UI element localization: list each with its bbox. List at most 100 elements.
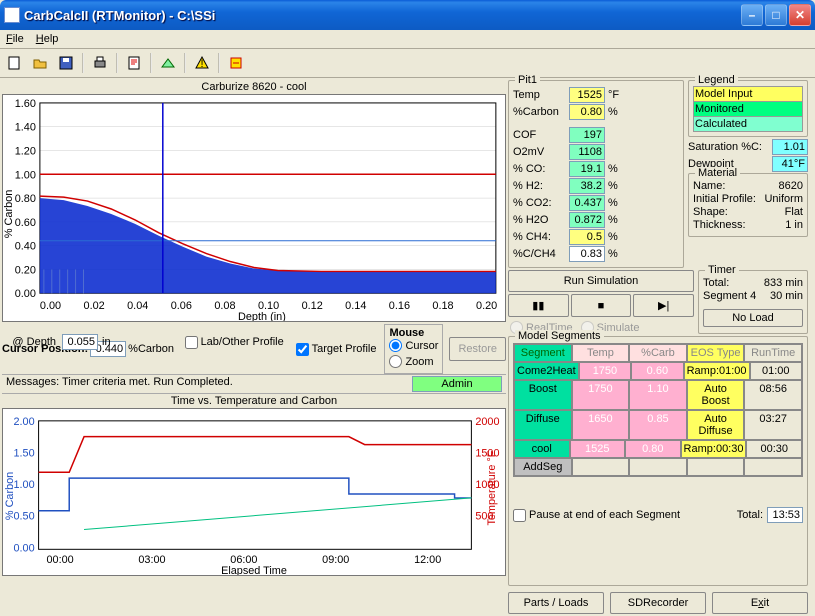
time-chart: % Carbon Temperature °F 2.001.50 1.000.5… [2,408,506,576]
minimize-button[interactable]: – [741,4,763,26]
o2-value: 1108 [569,144,605,160]
svg-text:0.40: 0.40 [15,241,36,253]
parts-loads-button[interactable]: Parts / Loads [508,592,604,614]
svg-text:1500: 1500 [475,447,499,459]
cursor-depth-unit: in [102,336,111,348]
segments-table: Segment Temp %Carb EOS Type RunTime Come… [513,343,803,477]
svg-text:0.00: 0.00 [15,288,36,300]
table-row[interactable]: Diffuse16500.85Auto Diffuse03:27 [514,410,802,440]
svg-text:0.00: 0.00 [40,300,61,312]
carbon-value: 0.80 [569,104,605,120]
messages-text: Messages: Timer criteria met. Run Comple… [6,376,412,392]
svg-text:1.50: 1.50 [14,447,35,459]
svg-text:0.00: 0.00 [14,542,35,554]
maximize-button[interactable]: □ [765,4,787,26]
chart2-title: Time vs. Temperature and Carbon [2,394,506,408]
svg-text:!: ! [200,58,203,70]
titlebar: CarbCalcII (RTMonitor) - C:\SSi – □ ✕ [0,0,815,30]
exit-button[interactable]: Exit [712,592,808,614]
menubar: File Help [0,30,815,49]
h2o-value: 0.872 [569,212,605,228]
saturation-value: 1.01 [772,139,808,155]
co2-value: 0.437 [569,195,605,211]
temp-value: 1525 [569,87,605,103]
zoom-radio[interactable]: Zoom [389,355,433,368]
cof-value: 197 [569,127,605,143]
svg-text:500: 500 [475,511,493,523]
table-row[interactable]: Boost17501.10Auto Boost08:56 [514,380,802,410]
svg-text:0.20: 0.20 [15,264,36,276]
pit-title: Pit1 [515,74,540,86]
chart1-title: Carburize 8620 - cool [2,80,506,94]
plot3d-icon[interactable] [156,51,180,75]
timer-group: Timer Total:833 min Segment 430 min No L… [698,270,808,334]
svg-text:00:00: 00:00 [47,554,74,566]
print-icon[interactable] [88,51,112,75]
pause-button[interactable]: ▮▮ [508,294,569,317]
table-row[interactable]: Come2Heat17500.60Ramp:01:0001:00 [514,362,802,380]
svg-text:09:00: 09:00 [322,554,349,566]
table-row[interactable]: cool15250.80Ramp:00:3000:30 [514,440,802,458]
h2-value: 38.2 [569,178,605,194]
ch4-value: 0.5 [569,229,605,245]
svg-text:0.14: 0.14 [345,300,366,312]
svg-text:0.16: 0.16 [389,300,410,312]
svg-text:1.00: 1.00 [14,479,35,491]
app-icon [4,7,20,23]
legend-monitored: Monitored [693,101,803,117]
menu-file[interactable]: File [6,33,24,45]
legend-model-input: Model Input [693,86,803,102]
admin-badge: Admin [412,376,502,392]
cch4-value: 0.83 [569,246,605,262]
end-button[interactable]: ▶| [633,294,694,317]
close-button[interactable]: ✕ [789,4,811,26]
svg-text:Depth (in): Depth (in) [238,311,286,321]
toolbar: ! [0,49,815,78]
run-simulation-button[interactable]: Run Simulation [508,270,694,292]
svg-text:% Carbon: % Carbon [3,190,15,238]
window-title: CarbCalcII (RTMonitor) - C:\SSi [24,8,741,23]
open-icon[interactable] [28,51,52,75]
svg-text:1.60: 1.60 [15,98,36,110]
warning-icon[interactable]: ! [190,51,214,75]
pause-segment-checkbox[interactable]: Pause at end of each Segment [513,509,680,522]
new-icon[interactable] [2,51,26,75]
co-value: 19.1 [569,161,605,177]
sdrecorder-button[interactable]: SDRecorder [610,592,706,614]
svg-text:0.20: 0.20 [476,300,497,312]
noload-button[interactable]: No Load [703,309,803,327]
material-group: Material Name:8620 Initial Profile:Unifo… [688,173,808,237]
svg-text:12:00: 12:00 [414,554,441,566]
svg-text:0.06: 0.06 [171,300,192,312]
svg-text:0.80: 0.80 [15,193,36,205]
menu-help[interactable]: Help [36,33,59,45]
dewpoint-value: 41°F [772,156,808,172]
cursor-depth-value: 0.055 [62,334,98,350]
svg-text:1000: 1000 [475,479,499,491]
svg-text:1.00: 1.00 [15,169,36,181]
save-icon[interactable] [54,51,78,75]
svg-text:0.50: 0.50 [14,511,35,523]
segments-group: Model Segments Segment Temp %Carb EOS Ty… [508,336,808,586]
svg-text:0.18: 0.18 [432,300,453,312]
pit-group: Pit1 Temp1525°F %Carbon0.80% COF197 O2mV… [508,80,684,268]
svg-text:1.40: 1.40 [15,122,36,134]
svg-text:1.20: 1.20 [15,145,36,157]
svg-text:2000: 2000 [475,416,499,428]
svg-text:03:00: 03:00 [138,554,165,566]
svg-text:0.60: 0.60 [15,217,36,229]
lab-profile-checkbox[interactable]: Lab/Other Profile [185,336,284,349]
svg-text:0.12: 0.12 [302,300,323,312]
temp-icon[interactable] [224,51,248,75]
svg-text:0.08: 0.08 [214,300,235,312]
svg-text:Elapsed Time: Elapsed Time [221,565,287,575]
legend-group: Legend Model Input Monitored Calculated [688,80,808,137]
svg-text:2.00: 2.00 [14,416,35,428]
depth-chart: % Carbon 1.60 1.40 1.20 1.00 0.80 0.60 0.40… [2,94,506,322]
svg-text:0.04: 0.04 [127,300,148,312]
doc-icon[interactable] [122,51,146,75]
segments-total: 13:53 [767,507,803,523]
stop-button[interactable]: ■ [571,294,632,317]
add-segment-button[interactable]: AddSeg [514,458,572,476]
svg-text:0.02: 0.02 [84,300,105,312]
